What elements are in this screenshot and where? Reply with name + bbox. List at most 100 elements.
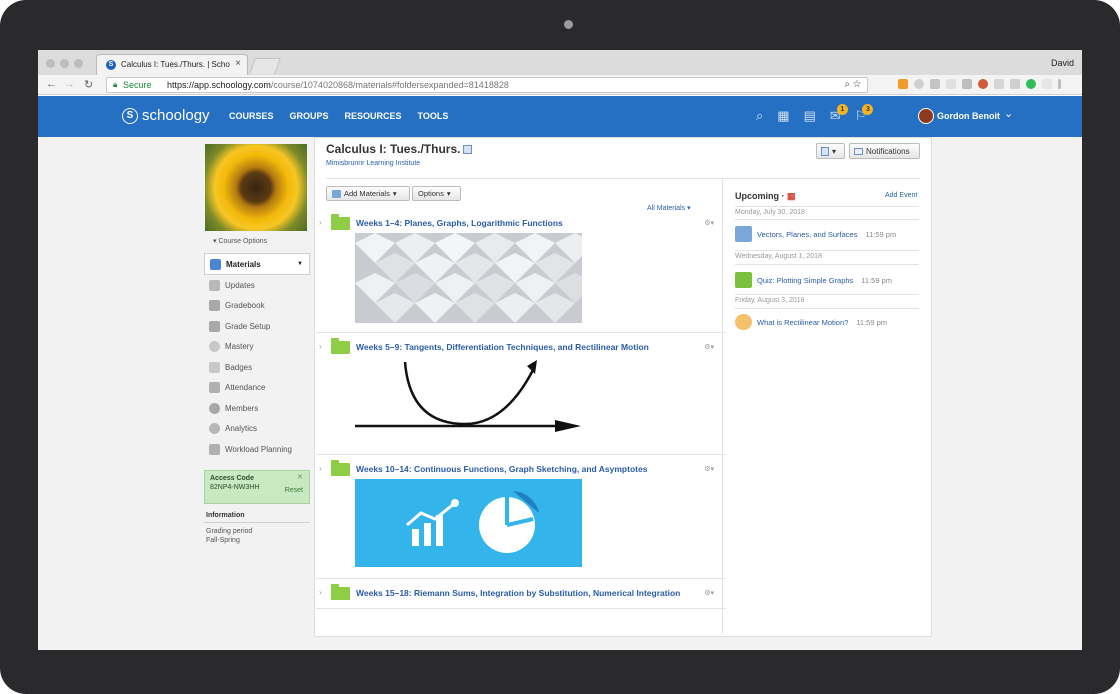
- folder-row[interactable]: › Weeks 1–4: Planes, Graphs, Logarithmic…: [316, 214, 724, 232]
- extension-icon[interactable]: [962, 79, 972, 89]
- zoom-icon[interactable]: ⌕: [844, 79, 850, 90]
- gear-icon[interactable]: ⚙▾: [704, 343, 714, 351]
- course-info-icon[interactable]: [463, 145, 473, 155]
- sidebar-item-members[interactable]: Members: [204, 398, 310, 419]
- folder-title[interactable]: Weeks 5–9: Tangents, Differentiation Tec…: [356, 342, 649, 352]
- curve-arrow: [403, 361, 535, 426]
- extension-icon[interactable]: [1042, 79, 1052, 89]
- schoology-favicon-icon: S: [106, 60, 116, 70]
- folder-title[interactable]: Weeks 10–14: Continuous Functions, Graph…: [356, 464, 647, 474]
- extension-icon[interactable]: [1026, 79, 1036, 89]
- maximize-window-button[interactable]: [74, 59, 83, 68]
- header-icons: ⌕ ▦ ▤ ✉ 1 ⚐ 3: [756, 104, 874, 124]
- reload-icon[interactable]: ↻: [84, 78, 93, 91]
- user-name[interactable]: Gordon Benoit: [937, 111, 1000, 121]
- apps-grid-icon[interactable]: ▦: [777, 108, 789, 124]
- sidebar-item-badges[interactable]: Badges: [204, 357, 310, 378]
- nav-tools[interactable]: TOOLS: [418, 111, 449, 121]
- folder-row[interactable]: › Weeks 5–9: Tangents, Differentiation T…: [316, 338, 724, 356]
- chevron-down-icon[interactable]: ⌄: [1004, 107, 1013, 120]
- browser-menu-icon[interactable]: [1058, 79, 1061, 89]
- upcoming-item-title[interactable]: What is Rectilinear Motion?: [757, 318, 848, 327]
- browser-tab[interactable]: S Calculus I: Tues./Thurs. | Scho ×: [96, 54, 248, 75]
- chevron-right-icon[interactable]: ›: [319, 218, 322, 227]
- upcoming-item-title[interactable]: Vectors, Planes, and Surfaces: [757, 230, 857, 239]
- mastery-icon: [209, 341, 220, 353]
- notifications-icon[interactable]: ⚐ 3: [855, 104, 874, 124]
- options-button[interactable]: Options ▾: [412, 186, 461, 201]
- sidebar-item-materials[interactable]: Materials ▼: [204, 253, 310, 275]
- extension-icon[interactable]: [1010, 79, 1020, 89]
- grading-period-value: Fall-Spring: [206, 537, 240, 544]
- chevron-right-icon[interactable]: ›: [319, 342, 322, 351]
- chevron-right-icon[interactable]: ›: [319, 588, 322, 597]
- folder-row[interactable]: › Weeks 15–18: Riemann Sums, Integration…: [316, 584, 724, 602]
- sidebar-item-updates[interactable]: Updates: [204, 275, 310, 296]
- extension-icon[interactable]: [898, 79, 908, 89]
- back-arrow-icon[interactable]: ←: [46, 78, 57, 90]
- search-icon[interactable]: ⌕: [756, 108, 763, 124]
- chevron-right-icon[interactable]: ›: [319, 464, 322, 473]
- folder-title[interactable]: Weeks 1–4: Planes, Graphs, Logarithmic F…: [356, 218, 563, 228]
- minimize-window-button[interactable]: [60, 59, 69, 68]
- upcoming-item[interactable]: Quiz: Plotting Simple Graphs 11:59 pm: [735, 272, 892, 288]
- divider: [735, 250, 919, 251]
- upcoming-item[interactable]: What is Rectilinear Motion? 11:59 pm: [735, 314, 887, 330]
- calendar-icon[interactable]: ▤: [804, 108, 816, 124]
- access-code-box: Access Code 82NP4-NW3HH Reset ✕: [204, 470, 310, 504]
- gear-icon[interactable]: ⚙▾: [704, 589, 714, 597]
- extension-icon[interactable]: [946, 79, 956, 89]
- sidebar-item-analytics[interactable]: Analytics: [204, 419, 310, 440]
- access-code-reset-link[interactable]: Reset: [285, 487, 303, 494]
- divider: [326, 178, 920, 179]
- calendar-icon[interactable]: ▦: [787, 191, 796, 201]
- new-tab-button[interactable]: [249, 58, 281, 74]
- url-field[interactable]: 🔒︎ Secure https://app.schoology.com/cour…: [106, 77, 868, 93]
- layout-icon: [821, 146, 829, 156]
- nav-groups[interactable]: GROUPS: [290, 111, 329, 121]
- browser-profile-name[interactable]: David: [1051, 58, 1074, 68]
- gear-icon[interactable]: ⚙▾: [704, 219, 714, 227]
- avatar[interactable]: [918, 108, 934, 124]
- bookmark-star-icon[interactable]: ☆: [853, 79, 861, 90]
- sidebar-item-grade-setup[interactable]: Grade Setup: [204, 316, 310, 337]
- nav-courses[interactable]: COURSES: [229, 111, 274, 121]
- upcoming-item-title[interactable]: Quiz: Plotting Simple Graphs: [757, 276, 853, 285]
- close-icon[interactable]: ✕: [297, 473, 303, 481]
- forward-arrow-icon[interactable]: →: [64, 78, 75, 90]
- close-window-button[interactable]: [46, 59, 55, 68]
- add-materials-button[interactable]: Add Materials ▾: [326, 186, 410, 201]
- extension-icon[interactable]: [994, 79, 1004, 89]
- course-options-link[interactable]: ▾ Course Options: [213, 237, 267, 245]
- messages-icon[interactable]: ✉ 1: [830, 104, 848, 124]
- sidebar-item-workload-planning[interactable]: Workload Planning: [204, 439, 310, 460]
- notifications-button[interactable]: Notifications: [849, 143, 920, 159]
- folder-title[interactable]: Weeks 15–18: Riemann Sums, Integration b…: [356, 588, 680, 598]
- workload-planning-icon: [209, 443, 220, 455]
- tab-close-button[interactable]: ×: [235, 58, 241, 69]
- sidebar-item-gradebook[interactable]: Gradebook: [204, 296, 310, 317]
- nav-resources[interactable]: RESOURCES: [345, 111, 402, 121]
- upcoming-label: Upcoming: [735, 191, 779, 201]
- upcoming-item-time: 11:59 pm: [865, 229, 897, 239]
- upcoming-item[interactable]: Vectors, Planes, and Surfaces 11:59 pm: [735, 226, 896, 242]
- view-toggle-button[interactable]: ▾: [816, 143, 845, 159]
- caret-down-icon[interactable]: ▼: [297, 261, 303, 267]
- schoology-logo[interactable]: S schoology: [122, 107, 210, 124]
- sidebar-item-attendance[interactable]: Attendance: [204, 378, 310, 399]
- school-link[interactable]: Mimisbrunnr Learning Institute: [326, 160, 420, 167]
- sidebar-item-label: Mastery: [225, 342, 254, 352]
- extension-icon[interactable]: [930, 79, 940, 89]
- course-picture[interactable]: [205, 144, 307, 231]
- quiz-puzzle-icon: [735, 272, 752, 288]
- folder-row[interactable]: › Weeks 10–14: Continuous Functions, Gra…: [316, 460, 724, 478]
- extension-icons: [898, 79, 1061, 89]
- gear-icon[interactable]: ⚙▾: [704, 465, 714, 473]
- upcoming-divider: [722, 178, 723, 634]
- extension-icon[interactable]: [914, 79, 924, 89]
- address-bar-row: ← → ↻ 🔒︎ Secure https://app.schoology.co…: [38, 75, 1082, 95]
- add-event-link[interactable]: Add Event: [885, 192, 917, 199]
- sidebar-item-mastery[interactable]: Mastery: [204, 337, 310, 358]
- all-materials-filter[interactable]: All Materials ▾: [647, 204, 691, 212]
- extension-icon[interactable]: [978, 79, 988, 89]
